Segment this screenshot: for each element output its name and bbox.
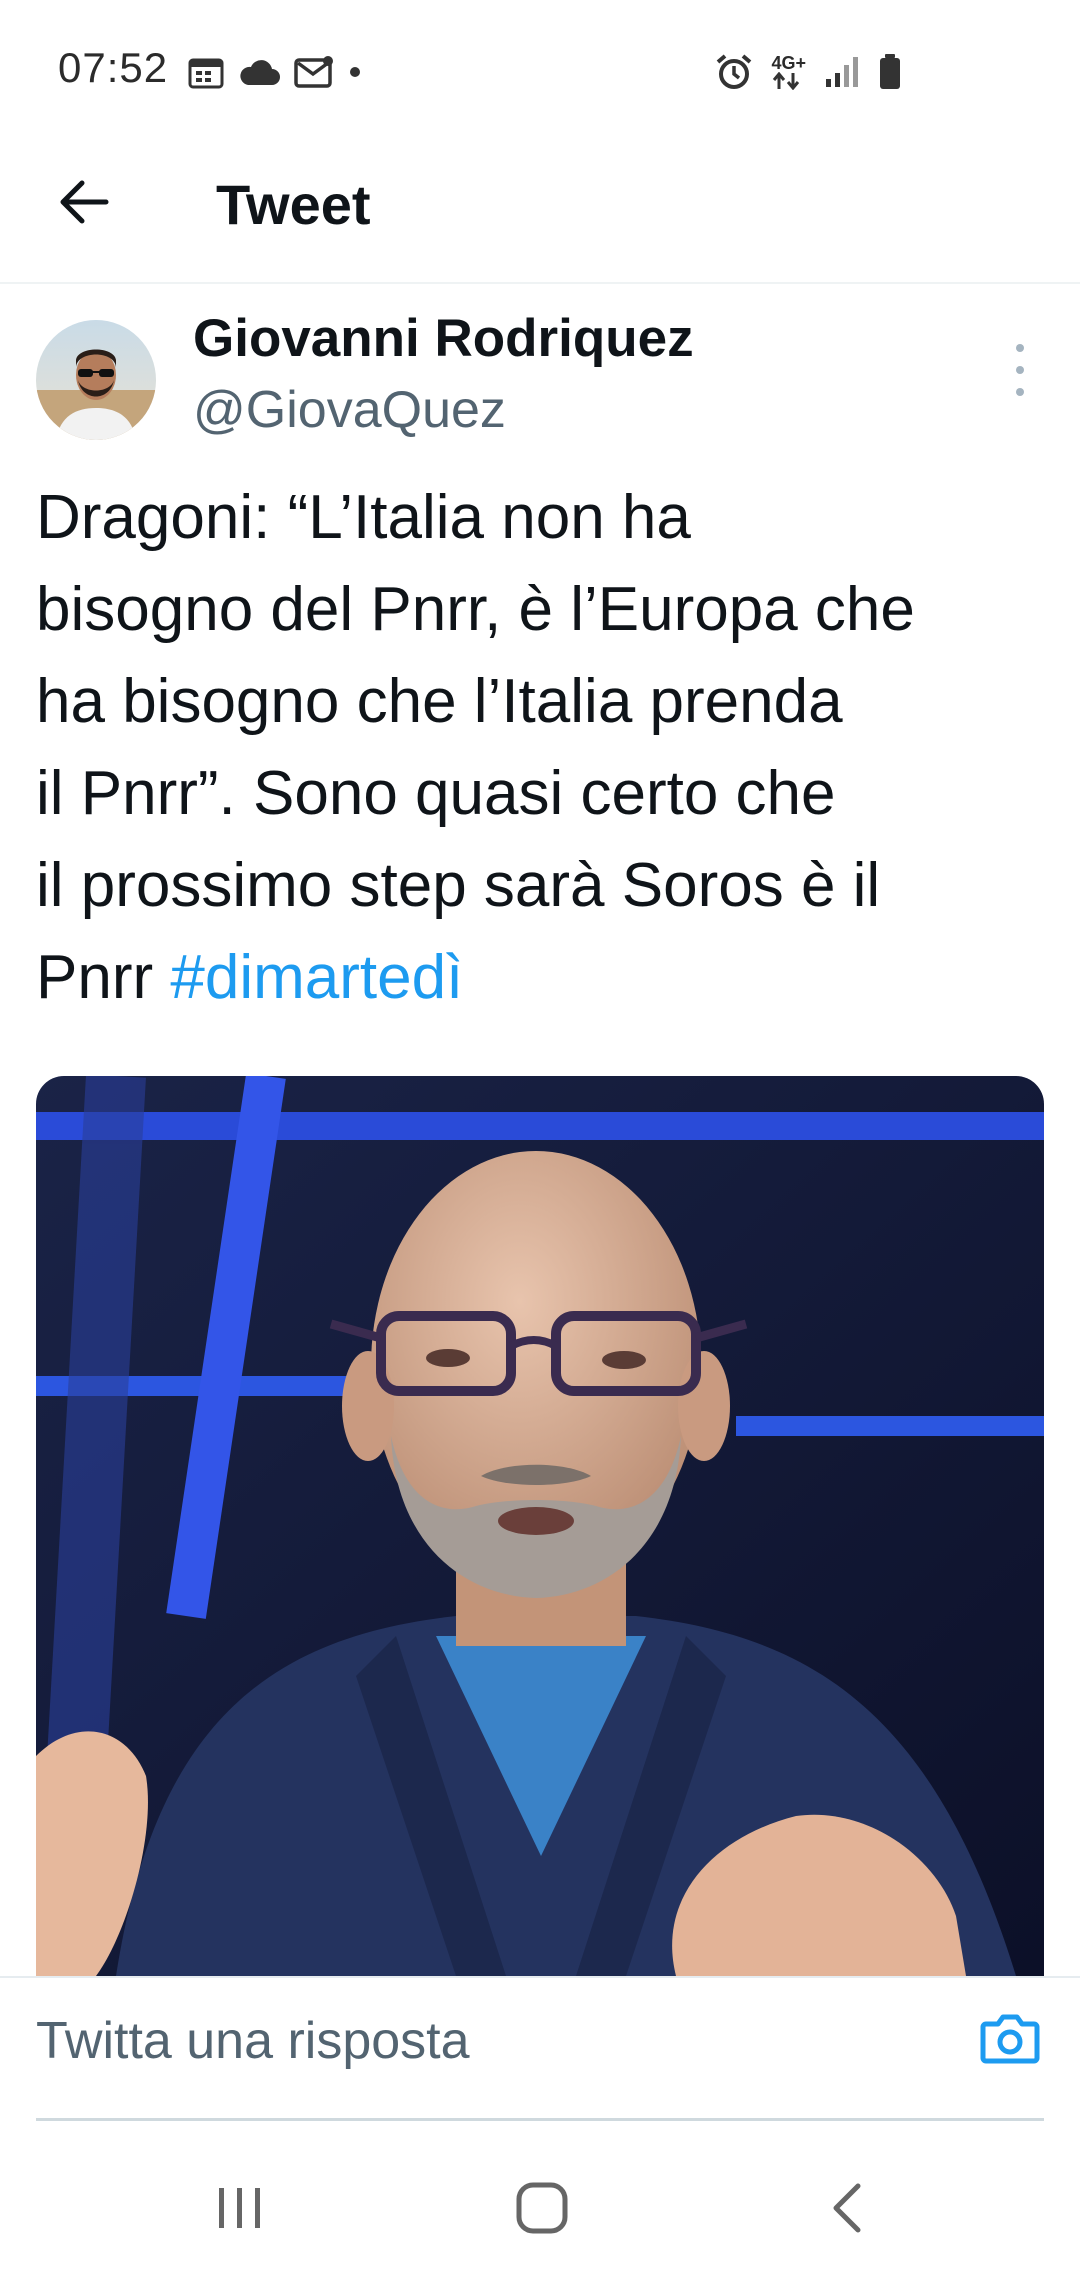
tweet-text-line: il prossimo step sarà Soros è il	[36, 851, 881, 920]
status-system-icons: 4G+	[715, 50, 902, 94]
more-dot	[1016, 344, 1024, 352]
recent-apps-icon	[215, 2186, 265, 2235]
tweet-text-line: Dragoni: “L’Italia non ha	[36, 483, 691, 552]
battery-icon	[878, 53, 902, 91]
reply-input[interactable]: Twitta una risposta	[36, 2006, 936, 2076]
tweet-text: Dragoni: “L’Italia non ha bisogno del Pn…	[36, 472, 1056, 1024]
recent-apps-button[interactable]	[200, 2170, 280, 2250]
mail-icon	[294, 55, 334, 89]
nav-back-button[interactable]	[806, 2170, 886, 2250]
camera-button[interactable]	[974, 2004, 1046, 2076]
alarm-icon	[715, 53, 753, 91]
arrow-left-icon	[56, 174, 112, 235]
home-icon	[514, 2180, 570, 2241]
cloud-icon	[238, 57, 280, 87]
signal-icon	[824, 55, 860, 89]
more-dot	[1016, 366, 1024, 374]
dot-icon	[348, 65, 362, 79]
home-button[interactable]	[502, 2170, 582, 2250]
status-bar: 07:52 4G+	[0, 0, 1080, 140]
author-handle[interactable]: @GiovaQuez	[193, 380, 506, 440]
camera-icon	[980, 2012, 1040, 2069]
tweet-text-line: ha bisogno che l’Italia prenda	[36, 667, 843, 736]
tweet-text-line: il Pnrr”. Sono quasi certo che	[36, 759, 836, 828]
reply-composer: Twitta una risposta	[0, 1976, 1080, 2121]
back-icon	[826, 2182, 866, 2239]
hashtag-link[interactable]: #dimartedì	[170, 943, 463, 1012]
tweet-text-last-line: Pnrr #dimartedì	[36, 932, 1056, 1024]
status-time: 07:52	[58, 44, 169, 91]
status-notification-icons	[188, 50, 362, 94]
tweet-text-line: bisogno del Pnrr, è l’Europa che	[36, 575, 915, 644]
avatar[interactable]	[36, 320, 156, 440]
author-name[interactable]: Giovanni Rodriquez	[193, 308, 694, 369]
top-app-bar: Tweet	[0, 140, 1080, 284]
more-options-button[interactable]	[1000, 344, 1040, 396]
tweet-text-line: Pnrr	[36, 943, 171, 1012]
divider	[36, 2118, 1044, 2121]
back-button[interactable]	[48, 168, 120, 240]
tweet-media-image[interactable]	[36, 1076, 1044, 1976]
calendar-icon	[188, 55, 224, 89]
network-4g-icon: 4G+	[771, 54, 806, 90]
more-dot	[1016, 388, 1024, 396]
page-title: Tweet	[216, 173, 371, 236]
system-navigation-bar	[0, 2130, 1080, 2280]
